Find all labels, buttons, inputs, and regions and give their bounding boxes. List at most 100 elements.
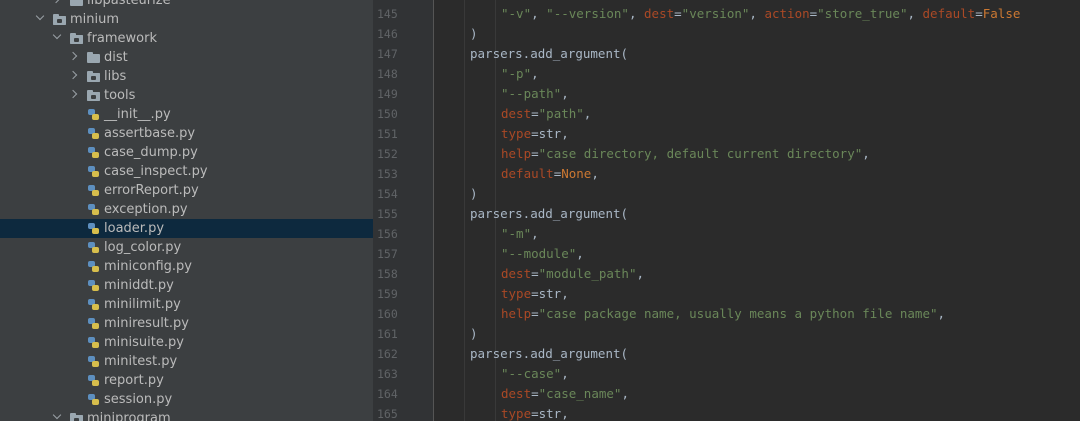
tree-folder-item[interactable]: libs <box>0 67 373 86</box>
string-token: "store_true" <box>817 6 908 21</box>
tree-file-item[interactable]: miniddt.py <box>0 276 373 295</box>
tree-item-label: assertbase.py <box>104 125 196 141</box>
ide-window: libpasteurize minium framework dist libs tool… <box>0 0 1080 421</box>
code-line[interactable]: ) <box>470 324 478 344</box>
code-line[interactable]: "--module", <box>501 244 584 264</box>
tree-item-label: loader.py <box>104 220 165 236</box>
project-tree[interactable]: libpasteurize minium framework dist libs tool… <box>0 0 373 421</box>
code-line[interactable]: "--path", <box>501 84 569 104</box>
keyword-arg-token: type <box>501 406 532 421</box>
tree-file-item[interactable]: minilimit.py <box>0 295 373 314</box>
code-token: ) <box>470 26 478 41</box>
line-number-gutter: 145 146 147 148 149 150 151 152 153 154 155 156 157 1… <box>373 0 434 421</box>
code-line[interactable]: dest="module_path", <box>501 264 644 284</box>
tree-file-item[interactable]: __init__.py <box>0 105 373 124</box>
python-file-icon <box>87 260 100 273</box>
keyword-arg-token: action <box>764 6 810 21</box>
code-line[interactable]: parsers.add_argument( <box>470 204 628 224</box>
code-line[interactable]: "-v", "--version", dest="version", actio… <box>501 4 1020 24</box>
code-token: =str, <box>531 406 569 421</box>
code-line[interactable]: type=str, <box>501 404 569 421</box>
tree-file-item[interactable]: assertbase.py <box>0 124 373 143</box>
string-token: "case_name" <box>538 386 622 401</box>
code-line[interactable]: parsers.add_argument( <box>470 344 628 364</box>
code-token: , <box>561 366 569 381</box>
string-token: "--module" <box>501 246 577 261</box>
tree-folder-item[interactable]: framework <box>0 29 373 48</box>
string-token: "--version" <box>546 6 629 21</box>
tree-folder-item[interactable]: miniprogram <box>0 409 373 421</box>
code-line[interactable]: ) <box>470 24 478 44</box>
code-token: , <box>628 6 645 21</box>
keyword-arg-token: dest <box>501 386 532 401</box>
code-token: , <box>621 386 629 401</box>
chevron-down-icon[interactable] <box>53 412 61 420</box>
code-token: , <box>531 6 547 21</box>
line-number: 149 <box>377 87 398 101</box>
code-line[interactable]: default=None, <box>501 164 599 184</box>
code-line[interactable]: help="case directory, default current di… <box>501 144 870 164</box>
tree-item-label: report.py <box>104 372 164 388</box>
tree-file-item[interactable]: miniconfig.py <box>0 257 373 276</box>
tree-item-label: minium <box>70 11 120 27</box>
code-line[interactable]: "-m", <box>501 224 539 244</box>
code-line[interactable]: "--case", <box>501 364 569 384</box>
code-line[interactable]: help="case package name, usually means a… <box>501 304 945 324</box>
line-number: 162 <box>377 347 398 361</box>
chevron-right-icon[interactable] <box>70 51 78 59</box>
code-token: =str, <box>531 286 569 301</box>
string-token: "case package name, usually means a pyth… <box>538 306 938 321</box>
tree-folder-item[interactable]: dist <box>0 48 373 67</box>
chevron-down-icon[interactable] <box>53 32 61 40</box>
code-token: = <box>531 146 539 161</box>
tree-item-label: minitest.py <box>104 353 178 369</box>
chevron-right-icon[interactable] <box>70 89 78 97</box>
tree-folder-item[interactable]: minium <box>0 10 373 29</box>
line-number: 150 <box>377 107 398 121</box>
code-token: parsers.add_argument( <box>470 206 629 221</box>
tree-item-label: libpasteurize <box>87 0 171 8</box>
code-token: , <box>576 246 584 261</box>
code-line[interactable]: ) <box>470 184 478 204</box>
tree-item-label: log_color.py <box>104 239 182 255</box>
tree-file-item[interactable]: exception.py <box>0 200 373 219</box>
tree-folder-item[interactable]: libpasteurize <box>0 0 373 10</box>
chevron-right-icon[interactable] <box>70 70 78 78</box>
keyword-arg-token: dest <box>644 6 675 21</box>
line-number: 158 <box>377 267 398 281</box>
code-line[interactable]: "-p", <box>501 64 539 84</box>
code-token: , <box>636 266 645 281</box>
tree-file-item[interactable]: case_inspect.py <box>0 162 373 181</box>
tree-item-label: dist <box>104 49 128 65</box>
line-number: 159 <box>377 287 398 301</box>
line-number: 151 <box>377 127 398 141</box>
code-line[interactable]: type=str, <box>501 284 569 304</box>
tree-file-item[interactable]: minisuite.py <box>0 333 373 352</box>
tree-file-item[interactable]: case_dump.py <box>0 143 373 162</box>
keyword-arg-token: help <box>501 146 532 161</box>
tree-file-item[interactable]: log_color.py <box>0 238 373 257</box>
code-line[interactable]: dest="path", <box>501 104 591 124</box>
chevron-right-icon[interactable] <box>53 0 61 2</box>
code-editor[interactable]: 145 146 147 148 149 150 151 152 153 154 155 156 157 1… <box>373 0 1080 421</box>
tree-file-item[interactable]: errorReport.py <box>0 181 373 200</box>
code-token: ) <box>470 326 478 341</box>
tree-file-item[interactable]: loader.py <box>0 218 373 238</box>
tree-item-label: minisuite.py <box>104 334 184 350</box>
tree-folder-item[interactable]: tools <box>0 86 373 105</box>
code-line[interactable]: type=str, <box>501 124 569 144</box>
code-area[interactable]: "-v", "--version", dest="version", actio… <box>434 0 1080 421</box>
code-line[interactable]: parsers.add_argument( <box>470 44 628 64</box>
code-token: , <box>937 306 946 321</box>
python-file-icon <box>87 355 100 368</box>
code-token: =str, <box>531 126 569 141</box>
keyword-arg-token: dest <box>501 266 532 281</box>
code-token: , <box>583 106 592 121</box>
tree-file-item[interactable]: minitest.py <box>0 352 373 371</box>
code-line[interactable]: dest="case_name", <box>501 384 629 404</box>
tree-file-item[interactable]: miniresult.py <box>0 314 373 333</box>
line-number: 163 <box>377 367 398 381</box>
tree-file-item[interactable]: session.py <box>0 390 373 409</box>
chevron-down-icon[interactable] <box>36 13 44 21</box>
tree-file-item[interactable]: report.py <box>0 371 373 390</box>
